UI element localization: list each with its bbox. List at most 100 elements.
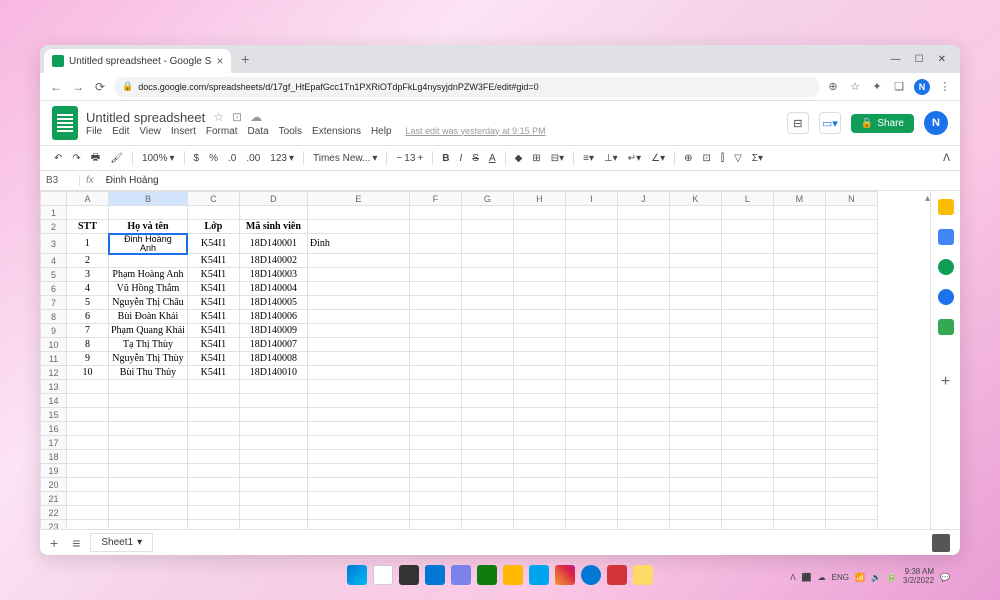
maps-icon[interactable] — [938, 319, 954, 335]
cell-D17[interactable] — [239, 436, 307, 450]
cell-I2[interactable] — [565, 220, 617, 234]
cell-J23[interactable] — [617, 520, 669, 530]
cell-G12[interactable] — [461, 366, 513, 380]
cell-B6[interactable]: Vũ Hồng Thắm — [109, 282, 188, 296]
cell-L7[interactable] — [721, 296, 773, 310]
cell-I8[interactable] — [565, 310, 617, 324]
cell-J12[interactable] — [617, 366, 669, 380]
cell-F18[interactable] — [409, 450, 461, 464]
cell-F17[interactable] — [409, 436, 461, 450]
close-icon[interactable]: × — [216, 54, 223, 68]
cell-F16[interactable] — [409, 422, 461, 436]
cell-H2[interactable] — [513, 220, 565, 234]
menu-edit[interactable]: Edit — [112, 126, 129, 137]
cell-D11[interactable]: 18D140008 — [239, 352, 307, 366]
cell-J9[interactable] — [617, 324, 669, 338]
cell-B15[interactable] — [109, 408, 188, 422]
cell-D18[interactable] — [239, 450, 307, 464]
cell-D13[interactable] — [239, 380, 307, 394]
row-header-14[interactable]: 14 — [41, 394, 67, 408]
cell-C17[interactable] — [187, 436, 239, 450]
cell-D8[interactable]: 18D140006 — [239, 310, 307, 324]
cell-H18[interactable] — [513, 450, 565, 464]
row-header-5[interactable]: 5 — [41, 268, 67, 282]
cell-G15[interactable] — [461, 408, 513, 422]
formula-input[interactable]: Đinh Hoàng — [100, 175, 165, 186]
cell-K2[interactable] — [669, 220, 721, 234]
chart-button[interactable]: ⫿ — [717, 151, 728, 166]
row-header-13[interactable]: 13 — [41, 380, 67, 394]
cell-H11[interactable] — [513, 352, 565, 366]
cell-N18[interactable] — [825, 450, 877, 464]
cell-A19[interactable] — [67, 464, 109, 478]
notifications-icon[interactable]: 💬 — [940, 573, 950, 582]
cell-M8[interactable] — [773, 310, 825, 324]
cell-A16[interactable] — [67, 422, 109, 436]
cell-N16[interactable] — [825, 422, 877, 436]
cell-C4[interactable]: K54I1 — [187, 254, 239, 268]
cell-K12[interactable] — [669, 366, 721, 380]
font-size-select[interactable]: − 13 + — [392, 151, 427, 166]
bold-button[interactable]: B — [438, 151, 453, 166]
cell-I1[interactable] — [565, 206, 617, 220]
cell-K16[interactable] — [669, 422, 721, 436]
cell-A8[interactable]: 6 — [67, 310, 109, 324]
valign-button[interactable]: ⊥▾ — [600, 151, 622, 166]
cell-A23[interactable] — [67, 520, 109, 530]
sheet-tab[interactable]: Sheet1 ▾ — [90, 533, 153, 552]
strike-button[interactable]: S — [468, 151, 483, 166]
cell-A13[interactable] — [67, 380, 109, 394]
cell-J4[interactable] — [617, 254, 669, 268]
cell-C13[interactable] — [187, 380, 239, 394]
add-sheet-button[interactable]: + — [46, 535, 62, 551]
cell-B10[interactable]: Tạ Thị Thùy — [109, 338, 188, 352]
cell-L11[interactable] — [721, 352, 773, 366]
meet-icon[interactable]: ▭▾ — [819, 112, 841, 134]
cell-F2[interactable] — [409, 220, 461, 234]
url-input[interactable]: 🔒 docs.google.com/spreadsheets/d/17gf_Ht… — [114, 77, 820, 97]
cell-B18[interactable] — [109, 450, 188, 464]
link-button[interactable]: ⊕ — [680, 151, 696, 166]
undo-button[interactable]: ↶ — [50, 151, 66, 166]
notes-icon[interactable] — [633, 565, 653, 585]
cell-G17[interactable] — [461, 436, 513, 450]
forward-button[interactable]: → — [70, 79, 86, 95]
cell-K13[interactable] — [669, 380, 721, 394]
cell-A14[interactable] — [67, 394, 109, 408]
cell-N8[interactable] — [825, 310, 877, 324]
star-icon[interactable]: ☆ — [213, 110, 224, 124]
cell-M2[interactable] — [773, 220, 825, 234]
cell-A10[interactable]: 8 — [67, 338, 109, 352]
cell-E9[interactable] — [307, 324, 409, 338]
cell-E18[interactable] — [307, 450, 409, 464]
contacts-icon[interactable] — [938, 289, 954, 305]
cell-G16[interactable] — [461, 422, 513, 436]
cell-A4[interactable]: 2 — [67, 254, 109, 268]
cell-E2[interactable] — [307, 220, 409, 234]
cell-I13[interactable] — [565, 380, 617, 394]
cell-I14[interactable] — [565, 394, 617, 408]
cell-D12[interactable]: 18D140010 — [239, 366, 307, 380]
filter-button[interactable]: ▽ — [730, 151, 746, 166]
cell-H17[interactable] — [513, 436, 565, 450]
cell-E10[interactable] — [307, 338, 409, 352]
menu-help[interactable]: Help — [371, 126, 392, 137]
cell-G9[interactable] — [461, 324, 513, 338]
cell-E16[interactable] — [307, 422, 409, 436]
cell-E4[interactable] — [307, 254, 409, 268]
extensions-icon[interactable]: ✦ — [870, 80, 884, 94]
cell-G10[interactable] — [461, 338, 513, 352]
cell-G1[interactable] — [461, 206, 513, 220]
cell-K4[interactable] — [669, 254, 721, 268]
cell-D4[interactable]: 18D140002 — [239, 254, 307, 268]
cell-E23[interactable] — [307, 520, 409, 530]
maximize-icon[interactable]: ☐ — [915, 54, 924, 65]
menu-extensions[interactable]: Extensions — [312, 126, 361, 137]
cell-B13[interactable] — [109, 380, 188, 394]
cell-G22[interactable] — [461, 506, 513, 520]
cell-N10[interactable] — [825, 338, 877, 352]
print-button[interactable]: 🖶 — [87, 148, 104, 169]
cell-F20[interactable] — [409, 478, 461, 492]
column-header-H[interactable]: H — [513, 192, 565, 206]
menu-view[interactable]: View — [139, 126, 161, 137]
